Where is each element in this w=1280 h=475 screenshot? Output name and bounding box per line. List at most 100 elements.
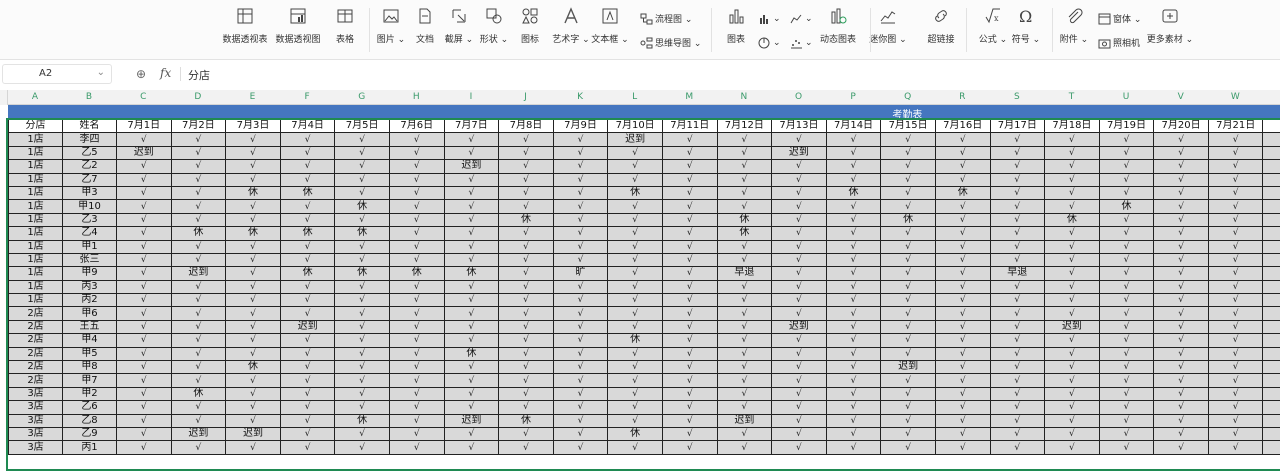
store-cell[interactable]: 1店 (8, 239, 63, 254)
attendance-cell[interactable]: √ (170, 239, 227, 254)
attendance-cell[interactable]: √ (607, 373, 663, 388)
name-box[interactable]: A2 ⌄ (2, 64, 112, 84)
attendance-cell[interactable]: √ (825, 212, 882, 228)
attendance-cell[interactable]: √ (498, 400, 554, 415)
attendance-cell[interactable]: 休 (388, 266, 445, 281)
attendance-cell[interactable]: √ (1098, 185, 1155, 201)
attendance-cell[interactable]: √ (552, 319, 609, 335)
attendance-cell[interactable]: √ (116, 306, 172, 321)
attendance-cell[interactable] (1262, 172, 1280, 187)
name-cell[interactable]: 乙2 (62, 159, 117, 174)
attendance-cell[interactable]: √ (116, 239, 172, 254)
attendance-cell[interactable]: √ (1044, 306, 1100, 321)
attendance-cell[interactable]: √ (716, 172, 773, 187)
spreadsheet-grid[interactable]: ABCDEFGHIJKLMNOPQRSTUVW 考勤表 分店 姓名 7月1日 7月2日… (0, 90, 1280, 475)
pie-chart-dropdown-button[interactable]: ⌄ (758, 36, 781, 49)
attendance-cell[interactable]: 迟到 (116, 145, 172, 161)
attendance-cell[interactable]: √ (279, 400, 336, 415)
store-cell[interactable]: 1店 (8, 293, 63, 308)
attendance-cell[interactable]: √ (498, 252, 554, 268)
header-cell[interactable]: 7月6日 (388, 118, 445, 134)
attendance-cell[interactable] (1262, 319, 1280, 335)
attendance-cell[interactable] (1262, 293, 1280, 308)
column-header-K[interactable]: K (553, 90, 608, 105)
attendance-cell[interactable]: √ (716, 346, 773, 362)
attendance-cell[interactable]: √ (1153, 293, 1209, 308)
attendance-cell[interactable]: √ (880, 279, 936, 295)
attendance-cell[interactable]: √ (934, 373, 991, 388)
attendance-cell[interactable]: √ (825, 252, 882, 268)
header-cell[interactable]: 7月11日 (661, 118, 718, 134)
attendance-cell[interactable]: √ (225, 145, 281, 161)
attendance-cell[interactable]: 休 (825, 185, 882, 201)
attendance-cell[interactable]: √ (225, 132, 281, 147)
attendance-cell[interactable] (1262, 400, 1280, 415)
attendance-cell[interactable]: √ (934, 172, 991, 187)
attendance-cell[interactable]: 休 (1044, 212, 1100, 228)
attendance-cell[interactable]: √ (771, 132, 827, 147)
column-header-E[interactable]: E (225, 90, 280, 105)
attendance-cell[interactable]: √ (388, 252, 445, 268)
header-cell[interactable]: 7月10日 (607, 118, 663, 134)
column-header-V[interactable]: V (1153, 90, 1208, 105)
attendance-cell[interactable]: √ (1098, 413, 1155, 428)
header-cell[interactable]: 7月21日 (1207, 118, 1264, 134)
attendance-cell[interactable]: √ (498, 333, 554, 348)
attendance-cell[interactable]: √ (880, 252, 936, 268)
attendance-cell[interactable]: √ (825, 373, 882, 388)
attendance-cell[interactable]: √ (388, 199, 445, 214)
attendance-cell[interactable]: √ (661, 319, 718, 335)
attendance-cell[interactable]: √ (1207, 293, 1264, 308)
attendance-cell[interactable]: √ (825, 145, 882, 161)
attendance-cell[interactable]: √ (552, 306, 609, 321)
attendance-cell[interactable]: 休 (279, 226, 336, 241)
name-cell[interactable]: 甲6 (62, 306, 117, 321)
attendance-cell[interactable]: √ (225, 212, 281, 228)
attendance-cell[interactable]: √ (225, 440, 281, 455)
attendance-cell[interactable]: √ (771, 306, 827, 321)
attendance-cell[interactable]: √ (443, 226, 500, 241)
attendance-cell[interactable]: √ (334, 293, 390, 308)
attendance-cell[interactable]: √ (279, 172, 336, 187)
attendance-cell[interactable]: √ (989, 319, 1046, 335)
attendance-cell[interactable]: √ (1044, 239, 1100, 254)
attendance-cell[interactable]: √ (388, 400, 445, 415)
attendance-cell[interactable]: √ (443, 145, 500, 161)
attendance-cell[interactable]: √ (989, 132, 1046, 147)
attendance-cell[interactable]: 休 (225, 185, 281, 201)
attendance-cell[interactable]: √ (1153, 252, 1209, 268)
attendance-cell[interactable]: √ (498, 239, 554, 254)
attendance-cell[interactable]: √ (170, 279, 227, 295)
attendance-cell[interactable]: √ (1044, 226, 1100, 241)
name-cell[interactable]: 甲5 (62, 346, 117, 362)
attendance-cell[interactable]: √ (1207, 306, 1264, 321)
name-cell[interactable]: 甲2 (62, 386, 117, 402)
attendance-cell[interactable]: √ (716, 333, 773, 348)
attendance-cell[interactable]: √ (880, 172, 936, 187)
column-header-A[interactable]: A (8, 90, 62, 105)
attendance-cell[interactable]: 休 (607, 185, 663, 201)
attendance-cell[interactable]: √ (388, 333, 445, 348)
store-cell[interactable]: 1店 (8, 226, 63, 241)
header-cell[interactable]: 7月18日 (1044, 118, 1100, 134)
header-cell[interactable]: 7月7日 (443, 118, 500, 134)
attendance-cell[interactable]: √ (498, 386, 554, 402)
attendance-cell[interactable]: √ (279, 373, 336, 388)
attendance-cell[interactable]: √ (716, 239, 773, 254)
attendance-cell[interactable]: √ (116, 373, 172, 388)
attendance-cell[interactable]: √ (661, 266, 718, 281)
attendance-cell[interactable]: √ (334, 360, 390, 375)
attendance-cell[interactable]: √ (498, 172, 554, 187)
attendance-cell[interactable]: √ (934, 145, 991, 161)
attendance-cell[interactable]: √ (552, 145, 609, 161)
attendance-cell[interactable]: √ (1044, 266, 1100, 281)
column-header-J[interactable]: J (498, 90, 553, 105)
attendance-cell[interactable]: √ (661, 159, 718, 174)
ribbon-window-button[interactable]: 窗体 ⌄ (1098, 12, 1141, 25)
attendance-cell[interactable]: √ (771, 226, 827, 241)
attendance-cell[interactable]: √ (443, 252, 500, 268)
attendance-cell[interactable]: √ (661, 212, 718, 228)
attendance-cell[interactable]: √ (552, 172, 609, 187)
attendance-cell[interactable]: √ (607, 319, 663, 335)
attendance-cell[interactable]: √ (1153, 185, 1209, 201)
